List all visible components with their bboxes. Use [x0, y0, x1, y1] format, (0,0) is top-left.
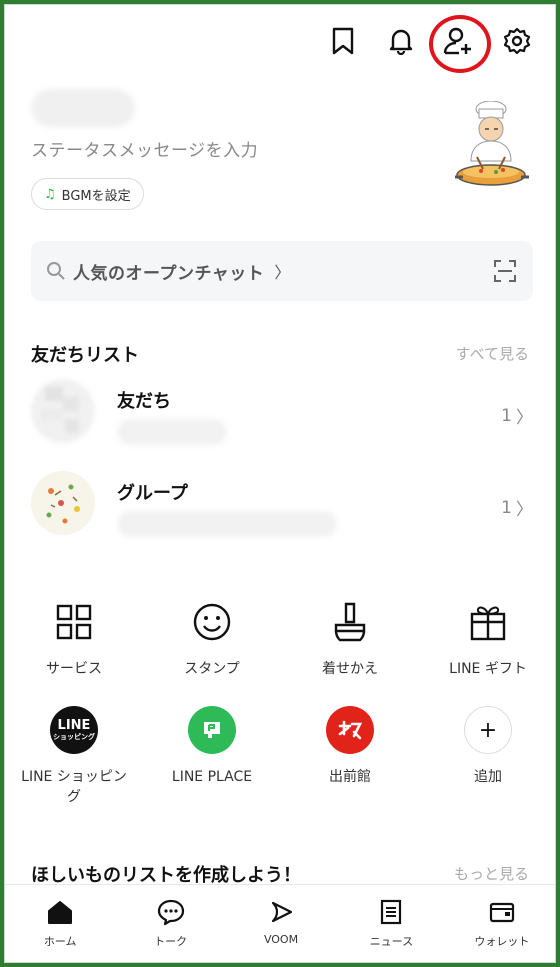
friends-list-title: 友だちリスト [31, 345, 139, 366]
bottom-navigation: ホーム トーク VOOM ニュース ウォレット [5, 884, 555, 962]
smiley-icon [187, 597, 237, 647]
add-friend-button[interactable] [429, 15, 491, 73]
service-services[interactable]: サービス [5, 597, 143, 679]
line-shopping-icon-text: LINE [57, 718, 91, 733]
line-place-icon-wrap [187, 705, 237, 755]
home-icon [45, 897, 75, 927]
status-message-input[interactable]: ステータスメッセージを入力 [31, 136, 258, 161]
service-themes[interactable]: 着せかえ [281, 597, 419, 679]
nav-wallet[interactable]: ウォレット [447, 885, 555, 962]
plus-icon: + [464, 706, 512, 754]
nav-home[interactable]: ホーム [5, 885, 115, 962]
chevron-right-icon: 〉 [274, 263, 291, 282]
profile-name-blurred[interactable] [31, 89, 135, 127]
groups-count: 1 〉 [501, 495, 533, 521]
chat-icon [156, 897, 186, 927]
group-thumbnail [31, 471, 95, 535]
add-icon-wrap: + [463, 705, 513, 755]
friends-label: 友だち [117, 391, 171, 412]
friends-preview-blurred [117, 419, 227, 445]
bgm-button[interactable]: ♫ BGMを設定 [31, 178, 144, 210]
brush-icon [325, 597, 375, 647]
bell-icon[interactable] [383, 23, 419, 59]
service-label: 追加 [474, 769, 502, 785]
nav-label: トーク [154, 935, 188, 948]
friends-count-value: 1 [501, 405, 512, 426]
nav-news[interactable]: ニュース [336, 885, 446, 962]
service-label: サービス [46, 661, 102, 677]
services-row-2: LINE ショッピング LINE ショッピング LINE PLACE 出前館 +… [5, 705, 555, 807]
highlight-circle [429, 15, 491, 73]
service-demaekan[interactable]: 出前館 [281, 705, 419, 807]
grid-icon [49, 597, 99, 647]
service-line-shopping[interactable]: LINE ショッピング LINE ショッピング [5, 705, 143, 807]
news-icon [376, 897, 406, 927]
bookmark-icon[interactable] [325, 23, 361, 59]
service-gift[interactable]: LINE ギフト [419, 597, 555, 679]
line-shopping-icon-wrap: LINE ショッピング [49, 705, 99, 755]
see-all-link[interactable]: すべて見る [456, 343, 529, 364]
service-label: LINE PLACE [171, 769, 253, 785]
home-screen: ステータスメッセージを入力 ♫ BGMを設定 人気のオープンチャット 〉 友だち… [4, 4, 556, 963]
settings-gear-icon[interactable] [499, 23, 535, 59]
nav-voom[interactable]: VOOM [226, 885, 336, 962]
service-stamps[interactable]: スタンプ [143, 597, 281, 679]
open-chat-search-bar[interactable]: 人気のオープンチャット 〉 [31, 241, 533, 301]
friends-row[interactable]: 友だち 1 〉 [31, 379, 533, 449]
groups-preview-blurred [117, 511, 337, 537]
search-text: 人気のオープンチャット [73, 263, 265, 284]
top-bar [325, 15, 535, 73]
search-icon [47, 262, 65, 280]
qr-scan-icon[interactable] [491, 257, 519, 285]
nav-talk[interactable]: トーク [115, 885, 225, 962]
service-add[interactable]: + 追加 [419, 705, 555, 807]
service-label: LINE ショッピング [21, 769, 127, 805]
line-place-icon [188, 706, 236, 754]
nav-label: ホーム [43, 935, 77, 948]
groups-label: グループ [117, 483, 188, 504]
service-label: 出前館 [329, 769, 371, 785]
chevron-right-icon: 〉 [516, 408, 533, 428]
services-row-1: サービス スタンプ 着せかえ LINE ギフト [5, 597, 555, 679]
music-note-icon: ♫ [44, 186, 56, 202]
nav-label: ウォレット [474, 935, 530, 948]
line-shopping-icon: LINE ショッピング [50, 706, 98, 754]
friends-count: 1 〉 [501, 403, 533, 429]
demaekan-icon-wrap [325, 705, 375, 755]
gift-icon [463, 597, 513, 647]
demaekan-icon [326, 706, 374, 754]
wallet-icon [487, 897, 517, 927]
service-label: スタンプ [184, 661, 240, 677]
friends-thumbnail-blurred [31, 379, 95, 443]
groups-count-value: 1 [501, 497, 512, 518]
see-more-link[interactable]: もっと見る [454, 863, 529, 884]
groups-row[interactable]: グループ 1 〉 [31, 471, 533, 541]
chevron-right-icon: 〉 [516, 500, 533, 520]
service-label: LINE ギフト [449, 661, 527, 677]
profile-avatar[interactable] [451, 100, 533, 197]
voom-icon [266, 897, 296, 927]
nav-label: ニュース [369, 935, 414, 948]
line-shopping-icon-sub: ショッピング [53, 733, 95, 741]
service-line-place[interactable]: LINE PLACE [143, 705, 281, 807]
bgm-label: BGMを設定 [61, 188, 131, 204]
service-label: 着せかえ [322, 661, 378, 677]
nav-label: VOOM [263, 933, 299, 946]
